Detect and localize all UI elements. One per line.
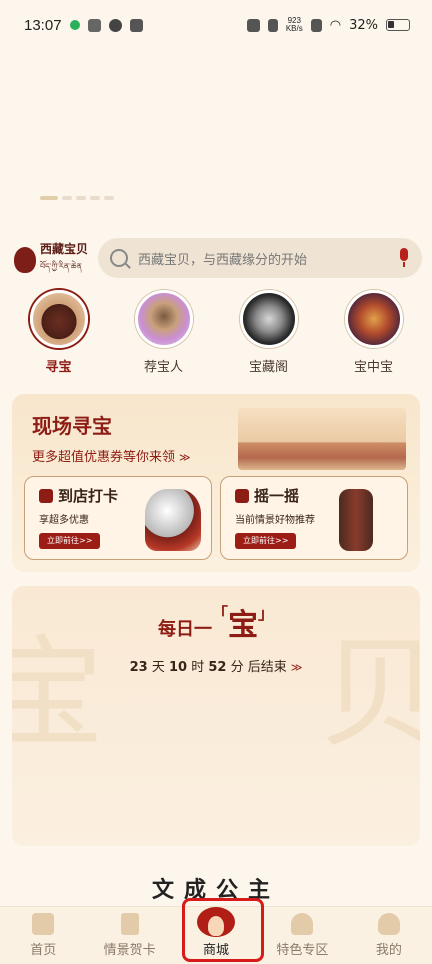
shake-desc: 当前情景好物推荐 (235, 515, 315, 526)
banner-dot[interactable] (62, 196, 72, 200)
daily-treasure-card[interactable]: 宝 贝 每日一「宝」 23 天 10 时 52 分 后结束 ≫ (12, 586, 420, 846)
live-treasure-subtitle[interactable]: 更多超值优惠券等你来领 ≫ (32, 446, 191, 465)
silver-bowl-image (145, 489, 201, 551)
live-treasure-subtitle-text: 更多超值优惠券等你来领 (32, 450, 176, 465)
category-image (239, 290, 298, 348)
profile-icon (377, 913, 400, 935)
category-xunbao[interactable]: 寻宝 (9, 290, 109, 375)
banner-dot[interactable] (90, 196, 100, 200)
home-icon (32, 913, 55, 935)
countdown: 23 天 10 时 52 分 后结束 ≫ (12, 656, 420, 675)
search-input[interactable]: 西藏宝贝，与西藏缘分的开始 (138, 249, 398, 268)
message-icon (129, 18, 143, 32)
nav-profile[interactable]: 我的 (346, 907, 432, 964)
section-title: 文成公主 (151, 877, 280, 903)
microphone-icon[interactable] (398, 248, 410, 268)
battery-percent: 32% (349, 17, 378, 33)
bottom-nav: 首页 情景贺卡 商城 特色专区 我的 (0, 906, 432, 964)
countdown-suffix: 后结束 (247, 660, 287, 675)
nav-label: 特色专区 (276, 943, 329, 958)
prayer-wheel-image (339, 489, 373, 551)
double-arrow-icon: ≫ (290, 661, 303, 674)
shake-go-button[interactable]: 立即前往>> (235, 533, 297, 549)
speed-unit: KB/s (285, 24, 303, 33)
daily-title-prefix: 每日一 (157, 619, 212, 640)
countdown-minutes-unit: 分 (230, 660, 244, 675)
vibrate-icon (267, 18, 278, 32)
countdown-hours: 10 (168, 660, 188, 675)
category-label: 宝中宝 (353, 360, 393, 375)
brand-name: 西藏宝贝 (40, 242, 89, 256)
category-baozhongbao[interactable]: 宝中宝 (324, 290, 424, 375)
camera-icon (246, 18, 260, 32)
category-image (344, 290, 403, 348)
checkin-desc: 享超多优惠 (39, 515, 89, 526)
battery-icon (386, 19, 410, 31)
banner-dot[interactable] (40, 196, 58, 200)
category-row: 寻宝 荐宝人 宝藏阁 宝中宝 (0, 290, 432, 375)
sim-icon (310, 18, 322, 32)
shake-card[interactable]: 摇一摇 当前情景好物推荐 立即前往>> (220, 476, 408, 560)
app-icon (87, 18, 101, 32)
brand-logo: 西藏宝贝 བོད་ཀྱི་རིན་ཆེན (14, 240, 88, 280)
live-treasure-title: 现场寻宝 (32, 414, 112, 438)
nav-home[interactable]: 首页 (0, 907, 86, 964)
nav-label: 我的 (375, 943, 402, 958)
bracket-open: 「 (211, 604, 228, 623)
daily-treasure-title: 每日一「宝」 (12, 600, 420, 644)
nav-mall[interactable]: 商城 (173, 907, 259, 964)
feature-icon (291, 913, 314, 935)
nav-label: 首页 (30, 943, 57, 958)
checkin-go-button[interactable]: 立即前往>> (39, 533, 101, 549)
checkin-title: 到店打卡 (39, 485, 118, 506)
countdown-days-unit: 天 (151, 660, 165, 675)
checkin-title-text: 到店打卡 (58, 487, 119, 505)
category-jianbaoren[interactable]: 荐宝人 (114, 290, 214, 375)
category-image (134, 290, 193, 348)
nav-label: 情景贺卡 (103, 943, 156, 958)
shake-title: 摇一摇 (235, 485, 299, 506)
live-treasure-card[interactable]: 现场寻宝 更多超值优惠券等你来领 ≫ 到店打卡 享超多优惠 立即前往>> 摇一摇 … (12, 394, 420, 572)
category-baozangge[interactable]: 宝藏阁 (219, 290, 319, 375)
potala-palace-image (238, 408, 406, 470)
link-icon (108, 18, 122, 32)
daily-title-main: 宝 (228, 608, 258, 643)
brand-logo-icon (14, 247, 36, 273)
brand-tibetan: བོད་ཀྱི་རིན་ཆེན (40, 262, 82, 271)
banner-dot[interactable] (76, 196, 86, 200)
category-label: 荐宝人 (143, 360, 183, 375)
card-icon (120, 913, 139, 935)
category-label: 寻宝 (45, 360, 72, 375)
nav-label: 商城 (203, 943, 230, 958)
status-bar: 13:07 923 KB/s ◠ 32% (0, 0, 432, 50)
status-time: 13:07 (24, 16, 62, 34)
wifi-icon: ◠ (329, 17, 342, 33)
banner-dot[interactable] (104, 196, 114, 200)
category-label: 宝藏阁 (248, 360, 288, 375)
bracket-close: 」 (258, 604, 275, 623)
wechat-icon (69, 20, 80, 30)
mall-icon (197, 907, 236, 937)
countdown-minutes: 52 (208, 660, 227, 675)
double-arrow-icon: ≫ (179, 451, 191, 464)
search-icon (110, 249, 128, 267)
search-bar[interactable]: 西藏宝贝，与西藏缘分的开始 (98, 238, 422, 278)
network-speed: 923 KB/s (286, 17, 303, 33)
shake-icon (235, 488, 249, 503)
countdown-days: 23 (129, 660, 148, 675)
checkin-card[interactable]: 到店打卡 享超多优惠 立即前往>> (24, 476, 212, 560)
nav-greeting-card[interactable]: 情景贺卡 (86, 907, 172, 964)
shake-title-text: 摇一摇 (254, 487, 300, 505)
location-icon (39, 488, 53, 503)
category-image (29, 290, 88, 348)
countdown-hours-unit: 时 (191, 660, 205, 675)
banner-indicator (40, 196, 114, 200)
nav-feature-zone[interactable]: 特色专区 (259, 907, 345, 964)
